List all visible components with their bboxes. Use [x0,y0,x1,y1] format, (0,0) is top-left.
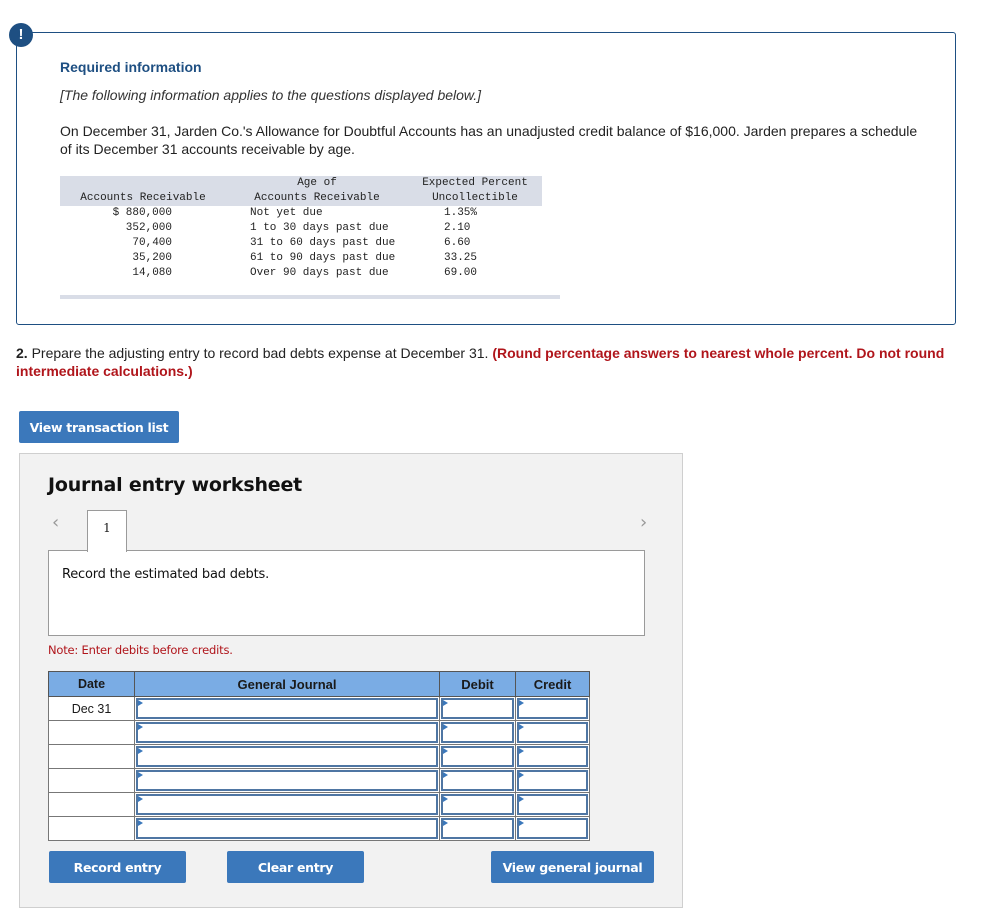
aging-percent: 33.25 [444,252,478,264]
debit-input[interactable] [441,794,514,815]
aging-age: 1 to 30 days past due [250,222,389,234]
credit-input[interactable] [517,746,588,767]
aging-header-amount-line1 [60,176,226,191]
aging-percent: 6.60 [444,237,471,249]
required-info-paragraph: On December 31, Jarden Co.'s Allowance f… [60,123,918,157]
chevron-right-icon[interactable]: › [640,512,647,533]
journal-table: Date General Journal Debit Credit Dec 31 [48,671,590,841]
credit-input[interactable] [517,818,588,839]
debit-input[interactable] [441,722,514,743]
credit-input[interactable] [517,722,588,743]
journal-date [48,720,135,745]
aging-row: 14,080 Over 90 days past due 69.00 [60,266,542,281]
debit-input[interactable] [441,698,514,719]
account-input[interactable] [136,698,438,719]
debit-input[interactable] [441,770,514,791]
aging-header-amount: Accounts Receivable [60,191,226,206]
question-prompt: 2. Prepare the adjusting entry to record… [16,344,966,380]
aging-age: 61 to 90 days past due [250,252,396,264]
aging-table: Age of Expected Percent Accounts Receiva… [60,176,542,281]
journal-row [48,720,590,745]
aging-header-row-1: Age of Expected Percent [60,176,542,191]
aging-row: 70,400 31 to 60 days past due 6.60 [60,236,542,251]
aging-header-age: Accounts Receivable [226,191,408,206]
alert-icon: ! [9,23,33,47]
aging-amount: $ 880,000 [112,207,172,219]
aging-header-row-2: Accounts Receivable Accounts Receivable … [60,191,542,206]
view-transaction-list-button[interactable]: View transaction list [19,411,179,443]
aging-header-percent: Uncollectible [408,191,542,206]
aging-amount: 14,080 [132,267,172,279]
aging-amount: 70,400 [132,237,172,249]
journal-row [48,744,590,769]
column-header-debit: Debit [439,671,516,697]
required-information-panel: Required information [The following info… [16,32,956,325]
aging-percent: 1.35% [444,207,478,219]
account-input[interactable] [136,746,438,767]
journal-entry-worksheet: Journal entry worksheet ‹ 1 › Record the… [19,453,683,908]
aging-row: $ 880,000 Not yet due 1.35% [60,206,542,221]
aging-amount: 352,000 [125,222,172,234]
column-header-date: Date [48,671,135,697]
aging-percent: 69.00 [444,267,478,279]
transaction-description: Record the estimated bad debts. [62,567,270,582]
journal-date [48,768,135,793]
account-input[interactable] [136,794,438,815]
record-entry-button[interactable]: Record entry [49,851,186,883]
worksheet-tab-1[interactable]: 1 [87,510,127,552]
aging-amount: 35,200 [132,252,172,264]
aging-age: Over 90 days past due [250,267,389,279]
credit-input[interactable] [517,770,588,791]
journal-row [48,792,590,817]
debit-input[interactable] [441,818,514,839]
debit-input[interactable] [441,746,514,767]
journal-row [48,768,590,793]
journal-date [48,816,135,841]
question-text: Prepare the adjusting entry to record ba… [27,345,493,361]
journal-date: Dec 31 [48,696,135,721]
journal-date [48,792,135,817]
aging-header-percent-line1: Expected Percent [408,176,542,191]
aging-age: 31 to 60 days past due [250,237,396,249]
journal-row: Dec 31 [48,696,590,721]
worksheet-tab-panel: Record the estimated bad debts. [48,550,645,636]
account-input[interactable] [136,818,438,839]
aging-age: Not yet due [250,207,323,219]
account-input[interactable] [136,722,438,743]
aging-percent: 2.10 [444,222,471,234]
aging-row: 352,000 1 to 30 days past due 2.10 [60,221,542,236]
journal-date [48,744,135,769]
journal-header-row: Date General Journal Debit Credit [48,671,590,697]
chevron-left-icon[interactable]: ‹ [52,512,59,533]
required-info-subtitle: [The following information applies to th… [60,87,482,103]
aging-row: 35,200 61 to 90 days past due 33.25 [60,251,542,266]
aging-schedule: Age of Expected Percent Accounts Receiva… [60,176,560,299]
worksheet-title: Journal entry worksheet [48,474,303,496]
view-general-journal-button[interactable]: View general journal [491,851,654,883]
account-input[interactable] [136,770,438,791]
question-number: 2. [16,345,28,361]
aging-header-age-line1: Age of [226,176,408,191]
clear-entry-button[interactable]: Clear entry [227,851,364,883]
column-header-general-journal: General Journal [134,671,440,697]
worksheet-note: Note: Enter debits before credits. [48,643,233,657]
credit-input[interactable] [517,698,588,719]
required-info-title: Required information [60,59,202,75]
journal-row [48,816,590,841]
column-header-credit: Credit [515,671,590,697]
aging-table-footer-bar [60,295,560,299]
credit-input[interactable] [517,794,588,815]
